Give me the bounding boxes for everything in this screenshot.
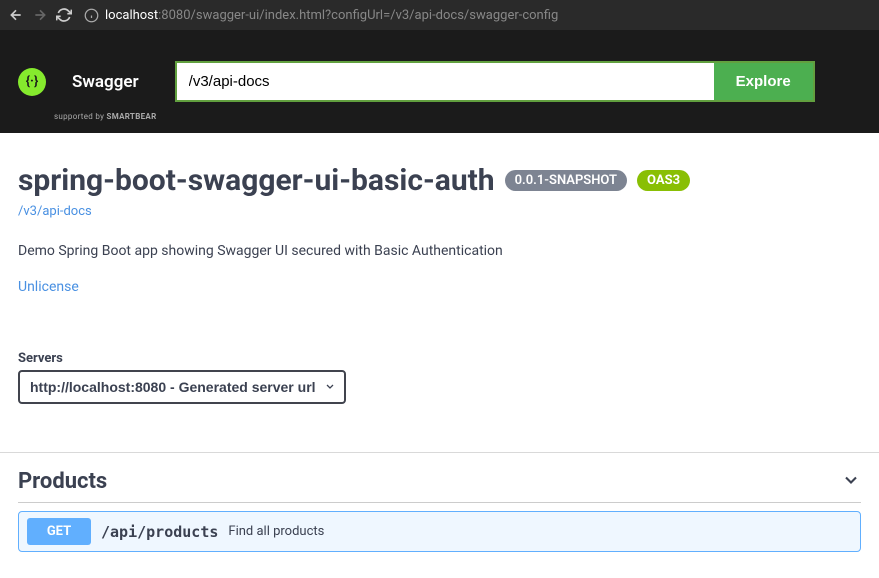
back-button[interactable] [8, 7, 24, 23]
servers-label: Servers [18, 351, 861, 366]
oas-badge: OAS3 [637, 170, 690, 191]
swagger-logo: {·} Swagger supported by SMARTBEAR [18, 42, 157, 121]
spec-url-input[interactable] [175, 61, 714, 102]
http-method-badge: GET [27, 518, 91, 545]
operation-get-products[interactable]: GET /api/products Find all products [18, 511, 861, 552]
api-title: spring-boot-swagger-ui-basic-auth [18, 163, 495, 198]
version-badge: 0.0.1-SNAPSHOT [505, 170, 627, 191]
tag-products[interactable]: Products [18, 453, 861, 502]
info-icon [84, 8, 99, 23]
browser-address-bar: localhost:8080/swagger-ui/index.html?con… [0, 0, 879, 30]
api-description: Demo Spring Boot app showing Swagger UI … [18, 243, 861, 259]
url-text: localhost:8080/swagger-ui/index.html?con… [105, 8, 558, 23]
license-link[interactable]: Unlicense [18, 279, 79, 295]
swagger-logo-icon: {·} [18, 68, 46, 96]
forward-button[interactable] [32, 7, 48, 23]
tag-name: Products [18, 469, 107, 494]
logo-text: Swagger [54, 42, 157, 112]
logo-subtext: supported by SMARTBEAR [54, 112, 157, 121]
chevron-down-icon [841, 470, 861, 494]
server-select[interactable]: http://localhost:8080 - Generated server… [18, 370, 346, 404]
tag-divider [18, 502, 861, 503]
reload-button[interactable] [56, 7, 72, 23]
operation-summary: Find all products [228, 524, 324, 539]
explore-button[interactable]: Explore [714, 61, 815, 102]
swagger-topbar: {·} Swagger supported by SMARTBEAR Explo… [0, 30, 879, 133]
api-docs-link[interactable]: /v3/api-docs [18, 204, 92, 219]
operation-path: /api/products [101, 523, 218, 541]
url-field[interactable]: localhost:8080/swagger-ui/index.html?con… [84, 8, 871, 23]
